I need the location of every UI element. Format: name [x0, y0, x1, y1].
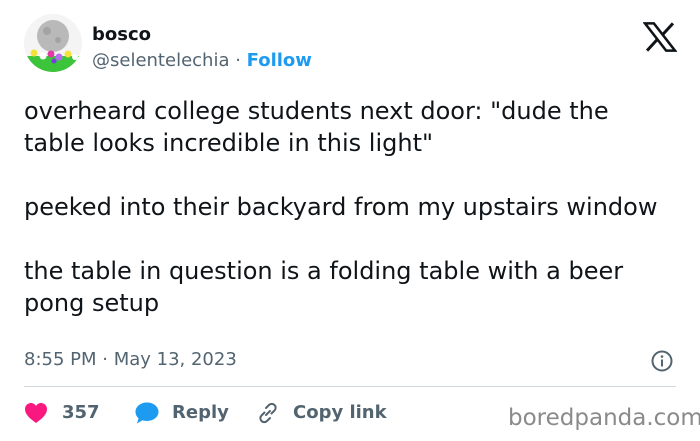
user-handle[interactable]: @selentelechia: [92, 50, 229, 71]
reply-label: Reply: [172, 402, 229, 423]
tweet-paragraph: peeked into their backyard from my upsta…: [24, 193, 658, 221]
tweet-paragraph: the table in question is a folding table…: [24, 257, 624, 317]
reply-button[interactable]: Reply: [134, 401, 229, 425]
copy-link-label: Copy link: [293, 402, 387, 423]
watermark: boredpanda.com: [508, 405, 700, 431]
like-count: 357: [62, 402, 100, 423]
x-logo-icon[interactable]: [643, 22, 677, 52]
handle-row: @selentelechia · Follow: [92, 50, 312, 72]
speech-bubble-icon: [135, 402, 159, 424]
follow-button[interactable]: Follow: [247, 50, 312, 71]
info-icon[interactable]: [651, 350, 673, 372]
divider: [24, 386, 676, 387]
link-icon: [259, 402, 277, 424]
tweet-text: overheard college students next door: "d…: [24, 95, 676, 319]
handle-separator: ·: [229, 50, 247, 71]
tweet-timestamp[interactable]: 8:55 PM · May 13, 2023: [24, 348, 237, 372]
tweet-paragraph: overheard college students next door: "d…: [24, 97, 609, 157]
display-name[interactable]: bosco: [92, 24, 151, 46]
like-button[interactable]: 357: [24, 401, 100, 425]
copy-link-button[interactable]: Copy link: [257, 401, 387, 425]
avatar[interactable]: [24, 14, 82, 72]
avatar-image: [24, 14, 82, 72]
heart-icon: [25, 403, 47, 423]
